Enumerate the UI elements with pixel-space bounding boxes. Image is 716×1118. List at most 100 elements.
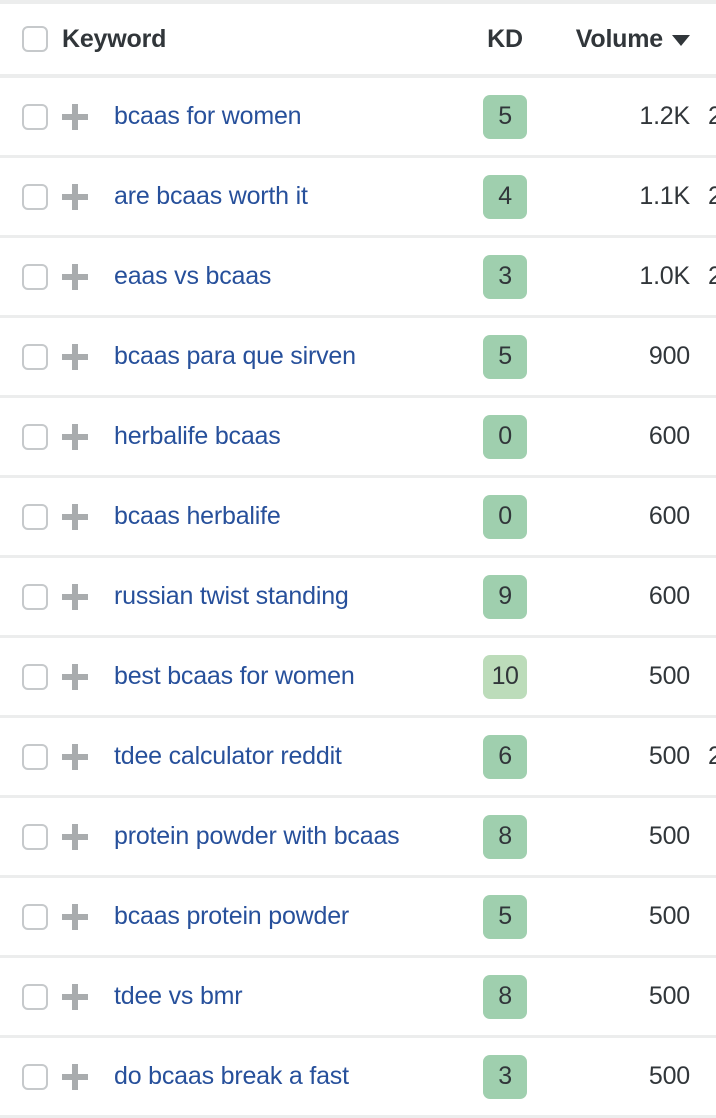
table-row[interactable]: protein powder with bcaas 8 500 xyxy=(0,798,716,878)
add-keyword-cell[interactable] xyxy=(62,583,114,610)
row-checkbox-cell xyxy=(0,503,62,530)
add-keyword-cell[interactable] xyxy=(62,663,114,690)
table-row[interactable]: best bcaas for women 10 500 xyxy=(0,638,716,718)
row-checkbox[interactable] xyxy=(22,583,48,610)
keyword-link[interactable]: tdee vs bmr xyxy=(114,982,462,1011)
volume-cell: 1.2K xyxy=(639,102,690,130)
keyword-link[interactable]: bcaas para que sirven xyxy=(114,342,462,371)
keyword-link[interactable]: are bcaas worth it xyxy=(114,182,462,211)
row-checkbox[interactable] xyxy=(22,1063,48,1090)
kd-badge: 8 xyxy=(483,974,527,1019)
row-checkbox[interactable] xyxy=(22,743,48,770)
keyword-link[interactable]: protein powder with bcaas xyxy=(114,822,462,851)
row-checkbox[interactable] xyxy=(22,183,48,210)
volume-cell: 900 xyxy=(648,342,690,370)
select-all-checkbox-cell xyxy=(0,26,62,52)
plus-icon[interactable] xyxy=(62,663,88,690)
table-row[interactable]: bcaas herbalife 0 600 xyxy=(0,478,716,558)
row-checkbox-cell xyxy=(0,983,62,1010)
table-row[interactable]: russian twist standing 9 600 xyxy=(0,558,716,638)
table-row[interactable]: bcaas protein powder 5 500 xyxy=(0,878,716,958)
row-checkbox-cell xyxy=(0,583,62,610)
clipped-next-column-cell: 2 xyxy=(708,102,716,130)
add-keyword-cell[interactable] xyxy=(62,263,114,290)
table-row[interactable]: eaas vs bcaas 3 1.0K 2 xyxy=(0,238,716,318)
row-checkbox[interactable] xyxy=(22,983,48,1010)
kd-cell: 8 xyxy=(462,814,548,859)
column-header-volume-label: Volume xyxy=(575,24,663,53)
kd-badge: 3 xyxy=(483,254,527,299)
keyword-link[interactable]: bcaas protein powder xyxy=(114,902,462,931)
row-checkbox-cell xyxy=(0,183,62,210)
plus-icon[interactable] xyxy=(62,583,88,610)
volume-cell: 1.1K xyxy=(639,182,690,210)
plus-icon[interactable] xyxy=(62,903,88,930)
kd-badge: 5 xyxy=(483,334,527,379)
plus-icon[interactable] xyxy=(62,503,88,530)
row-checkbox[interactable] xyxy=(22,503,48,530)
add-keyword-cell[interactable] xyxy=(62,903,114,930)
table-row[interactable]: tdee vs bmr 8 500 xyxy=(0,958,716,1038)
add-keyword-cell[interactable] xyxy=(62,343,114,370)
kd-cell: 3 xyxy=(462,254,548,299)
kd-cell: 10 xyxy=(462,654,548,699)
table-row[interactable]: are bcaas worth it 4 1.1K 2 xyxy=(0,158,716,238)
add-keyword-cell[interactable] xyxy=(62,983,114,1010)
keyword-link[interactable]: russian twist standing xyxy=(114,582,462,611)
select-all-checkbox[interactable] xyxy=(22,26,48,52)
kd-cell: 9 xyxy=(462,574,548,619)
kd-badge: 3 xyxy=(483,1054,527,1099)
keyword-link[interactable]: bcaas herbalife xyxy=(114,502,462,531)
add-keyword-cell[interactable] xyxy=(62,423,114,450)
column-header-kd[interactable]: KD xyxy=(462,25,548,54)
table-row[interactable]: bcaas for women 5 1.2K 2 xyxy=(0,78,716,158)
row-checkbox-cell xyxy=(0,263,62,290)
row-checkbox[interactable] xyxy=(22,823,48,850)
row-checkbox[interactable] xyxy=(22,263,48,290)
table-row[interactable]: bcaas para que sirven 5 900 xyxy=(0,318,716,398)
row-checkbox[interactable] xyxy=(22,903,48,930)
volume-cell: 600 xyxy=(648,422,690,450)
add-keyword-cell[interactable] xyxy=(62,823,114,850)
add-keyword-cell[interactable] xyxy=(62,103,114,130)
plus-icon[interactable] xyxy=(62,983,88,1010)
keyword-link[interactable]: tdee calculator reddit xyxy=(114,742,462,771)
volume-cell: 500 xyxy=(648,902,690,930)
column-header-volume[interactable]: Volume xyxy=(548,25,698,54)
clipped-next-column-cell: 2 xyxy=(708,262,716,290)
keyword-link[interactable]: herbalife bcaas xyxy=(114,422,462,451)
plus-icon[interactable] xyxy=(62,183,88,210)
row-checkbox[interactable] xyxy=(22,343,48,370)
caret-down-icon xyxy=(672,35,690,46)
keyword-link[interactable]: best bcaas for women xyxy=(114,662,462,691)
plus-icon[interactable] xyxy=(62,823,88,850)
clipped-next-column-cell: 2 xyxy=(708,182,716,210)
add-keyword-cell[interactable] xyxy=(62,503,114,530)
volume-cell: 600 xyxy=(648,502,690,530)
table-body: bcaas for women 5 1.2K 2 are bcaas worth it 4… xyxy=(0,78,716,1118)
row-checkbox[interactable] xyxy=(22,663,48,690)
row-checkbox-cell xyxy=(0,343,62,370)
add-keyword-cell[interactable] xyxy=(62,183,114,210)
plus-icon[interactable] xyxy=(62,263,88,290)
add-keyword-cell[interactable] xyxy=(62,1063,114,1090)
table-row[interactable]: do bcaas break a fast 3 500 xyxy=(0,1038,716,1118)
plus-icon[interactable] xyxy=(62,103,88,130)
kd-cell: 3 xyxy=(462,1054,548,1099)
plus-icon[interactable] xyxy=(62,423,88,450)
column-header-keyword[interactable]: Keyword xyxy=(62,25,462,54)
row-checkbox[interactable] xyxy=(22,423,48,450)
keyword-link[interactable]: do bcaas break a fast xyxy=(114,1062,462,1091)
keyword-link[interactable]: eaas vs bcaas xyxy=(114,262,462,291)
keyword-link[interactable]: bcaas for women xyxy=(114,102,462,131)
plus-icon[interactable] xyxy=(62,743,88,770)
table-row[interactable]: tdee calculator reddit 6 500 2 xyxy=(0,718,716,798)
add-keyword-cell[interactable] xyxy=(62,743,114,770)
plus-icon[interactable] xyxy=(62,1063,88,1090)
kd-cell: 6 xyxy=(462,734,548,779)
kd-cell: 5 xyxy=(462,894,548,939)
table-row[interactable]: herbalife bcaas 0 600 xyxy=(0,398,716,478)
plus-icon[interactable] xyxy=(62,343,88,370)
kd-cell: 0 xyxy=(462,414,548,459)
row-checkbox[interactable] xyxy=(22,103,48,130)
